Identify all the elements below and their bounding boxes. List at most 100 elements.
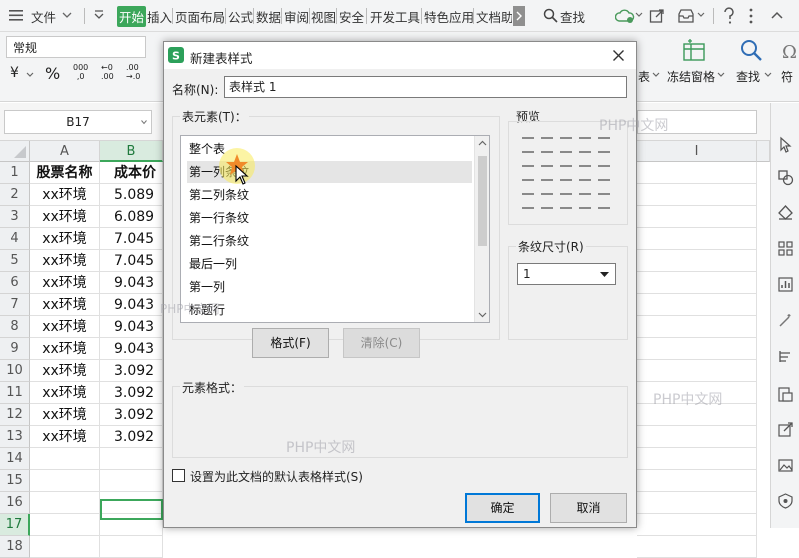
ok-button[interactable]: 确定 xyxy=(465,493,540,523)
table-cell[interactable] xyxy=(30,448,100,470)
table-cell[interactable]: xx环境 xyxy=(30,316,100,338)
close-icon[interactable] xyxy=(612,49,625,62)
table-cell[interactable]: xx环境 xyxy=(30,338,100,360)
row-header[interactable]: 15 xyxy=(0,470,30,492)
row-header[interactable]: 9 xyxy=(0,338,30,360)
name-box[interactable]: B17 xyxy=(4,110,152,134)
table-cell[interactable]: 9.043 xyxy=(100,272,163,294)
chevron-down-icon[interactable] xyxy=(635,12,643,18)
table-cell[interactable]: 7.045 xyxy=(100,250,163,272)
default-style-checkbox[interactable] xyxy=(172,469,185,482)
table-cell[interactable] xyxy=(30,536,100,558)
help-icon[interactable] xyxy=(722,7,736,25)
file-menu[interactable]: 文件 xyxy=(31,7,56,26)
quick-access-dropdown-icon[interactable] xyxy=(94,10,104,20)
currency-format-button[interactable]: ¥ xyxy=(10,65,19,81)
format-button[interactable]: 格式(F) xyxy=(252,328,329,358)
row-header[interactable]: 1 xyxy=(0,162,30,184)
table-cell[interactable]: 成本价 xyxy=(100,162,163,184)
select-all-corner[interactable] xyxy=(0,141,30,162)
scroll-down-icon[interactable] xyxy=(478,312,487,318)
active-cell-b17[interactable] xyxy=(100,499,163,520)
table-cell[interactable] xyxy=(637,162,757,184)
row-header[interactable]: 3 xyxy=(0,206,30,228)
table-cell[interactable]: xx环境 xyxy=(30,184,100,206)
scroll-up-icon[interactable] xyxy=(478,140,487,146)
table-cell[interactable] xyxy=(637,360,757,382)
row-header[interactable]: 5 xyxy=(0,250,30,272)
share-icon[interactable] xyxy=(649,8,665,24)
image-document-icon[interactable] xyxy=(777,386,794,403)
pin-list-icon[interactable] xyxy=(777,348,794,365)
table-element-item[interactable]: 标题行 xyxy=(187,299,472,321)
symbol-button[interactable]: 符 xyxy=(781,68,793,85)
table-cell[interactable] xyxy=(637,316,757,338)
row-header[interactable]: 12 xyxy=(0,404,30,426)
table-cell[interactable] xyxy=(637,250,757,272)
style-name-input[interactable]: 表样式 1 xyxy=(224,76,627,98)
row-header[interactable]: 6 xyxy=(0,272,30,294)
chevron-down-icon[interactable] xyxy=(652,72,660,78)
decrease-decimal-button[interactable]: .00 →.0 xyxy=(126,63,140,81)
more-icon[interactable] xyxy=(748,8,754,24)
number-format-select[interactable]: 常规 xyxy=(6,36,146,58)
table-style-label[interactable]: 表 xyxy=(638,68,650,85)
table-cell[interactable]: 3.092 xyxy=(100,426,163,448)
hamburger-menu-icon[interactable] xyxy=(9,9,23,22)
freeze-panes-button[interactable]: 冻结窗格 xyxy=(667,68,715,85)
tab-developer[interactable]: 开发工具 xyxy=(370,7,420,26)
table-cell[interactable]: xx环境 xyxy=(30,360,100,382)
select-cursor-icon[interactable] xyxy=(777,136,794,153)
tab-scroll-right-button[interactable] xyxy=(513,6,525,26)
table-cell[interactable] xyxy=(637,338,757,360)
row-header[interactable]: 18 xyxy=(0,536,30,558)
export-icon[interactable] xyxy=(777,421,794,438)
table-cell[interactable] xyxy=(100,448,163,470)
table-cell[interactable] xyxy=(637,184,757,206)
row-header[interactable]: 10 xyxy=(0,360,30,382)
cancel-button[interactable]: 取消 xyxy=(550,493,627,523)
table-cell[interactable] xyxy=(30,514,100,536)
table-cell[interactable]: 5.089 xyxy=(100,184,163,206)
picture-icon[interactable] xyxy=(777,457,794,474)
inbox-icon[interactable] xyxy=(677,8,695,24)
scrollbar-thumb[interactable] xyxy=(478,156,487,246)
table-cell[interactable] xyxy=(637,470,757,492)
search-label[interactable]: 查找 xyxy=(560,7,585,26)
table-cell[interactable]: 3.092 xyxy=(100,382,163,404)
find-button[interactable]: 查找 xyxy=(736,68,760,85)
row-header[interactable]: 13 xyxy=(0,426,30,448)
tab-review[interactable]: 审阅 xyxy=(284,7,309,26)
row-header[interactable]: 16 xyxy=(0,492,30,514)
style-fill-icon[interactable] xyxy=(777,204,794,221)
table-cell[interactable]: 6.089 xyxy=(100,206,163,228)
default-style-checkbox-label[interactable]: 设置为此文档的默认表格样式(S) xyxy=(190,468,363,485)
tab-home[interactable]: 开始 xyxy=(117,6,147,27)
table-cell[interactable]: xx环境 xyxy=(30,294,100,316)
chevron-down-icon[interactable] xyxy=(26,72,34,78)
symbol-icon[interactable]: Ω xyxy=(780,40,798,62)
table-cell[interactable] xyxy=(637,448,757,470)
tab-insert[interactable]: 插入 xyxy=(147,7,172,26)
table-cell[interactable]: 3.092 xyxy=(100,360,163,382)
tab-special[interactable]: 特色应用 xyxy=(424,7,474,26)
thousands-separator-button[interactable]: 000,0 xyxy=(73,63,88,81)
table-element-item[interactable]: 第二行条纹 xyxy=(187,230,472,252)
table-cell[interactable] xyxy=(637,426,757,448)
magic-wand-icon[interactable] xyxy=(777,312,794,329)
table-elements-list[interactable]: 整个表 第一列条纹 第二列条纹 第一行条纹 第二行条纹 最后一列 第一列 标题行 xyxy=(180,135,490,323)
row-header[interactable]: 2 xyxy=(0,184,30,206)
find-icon[interactable] xyxy=(739,38,763,62)
table-cell[interactable]: xx环境 xyxy=(30,426,100,448)
tab-doc-assistant[interactable]: 文档助 xyxy=(476,7,512,26)
chevron-down-icon[interactable] xyxy=(62,12,72,19)
table-cell[interactable]: xx环境 xyxy=(30,206,100,228)
table-cell[interactable] xyxy=(637,492,757,514)
chart-icon[interactable] xyxy=(777,276,794,293)
row-header[interactable]: 8 xyxy=(0,316,30,338)
search-icon[interactable] xyxy=(543,8,558,23)
tab-page-layout[interactable]: 页面布局 xyxy=(175,7,225,26)
row-header[interactable]: 4 xyxy=(0,228,30,250)
shield-icon[interactable] xyxy=(777,492,794,509)
table-cell[interactable] xyxy=(30,470,100,492)
